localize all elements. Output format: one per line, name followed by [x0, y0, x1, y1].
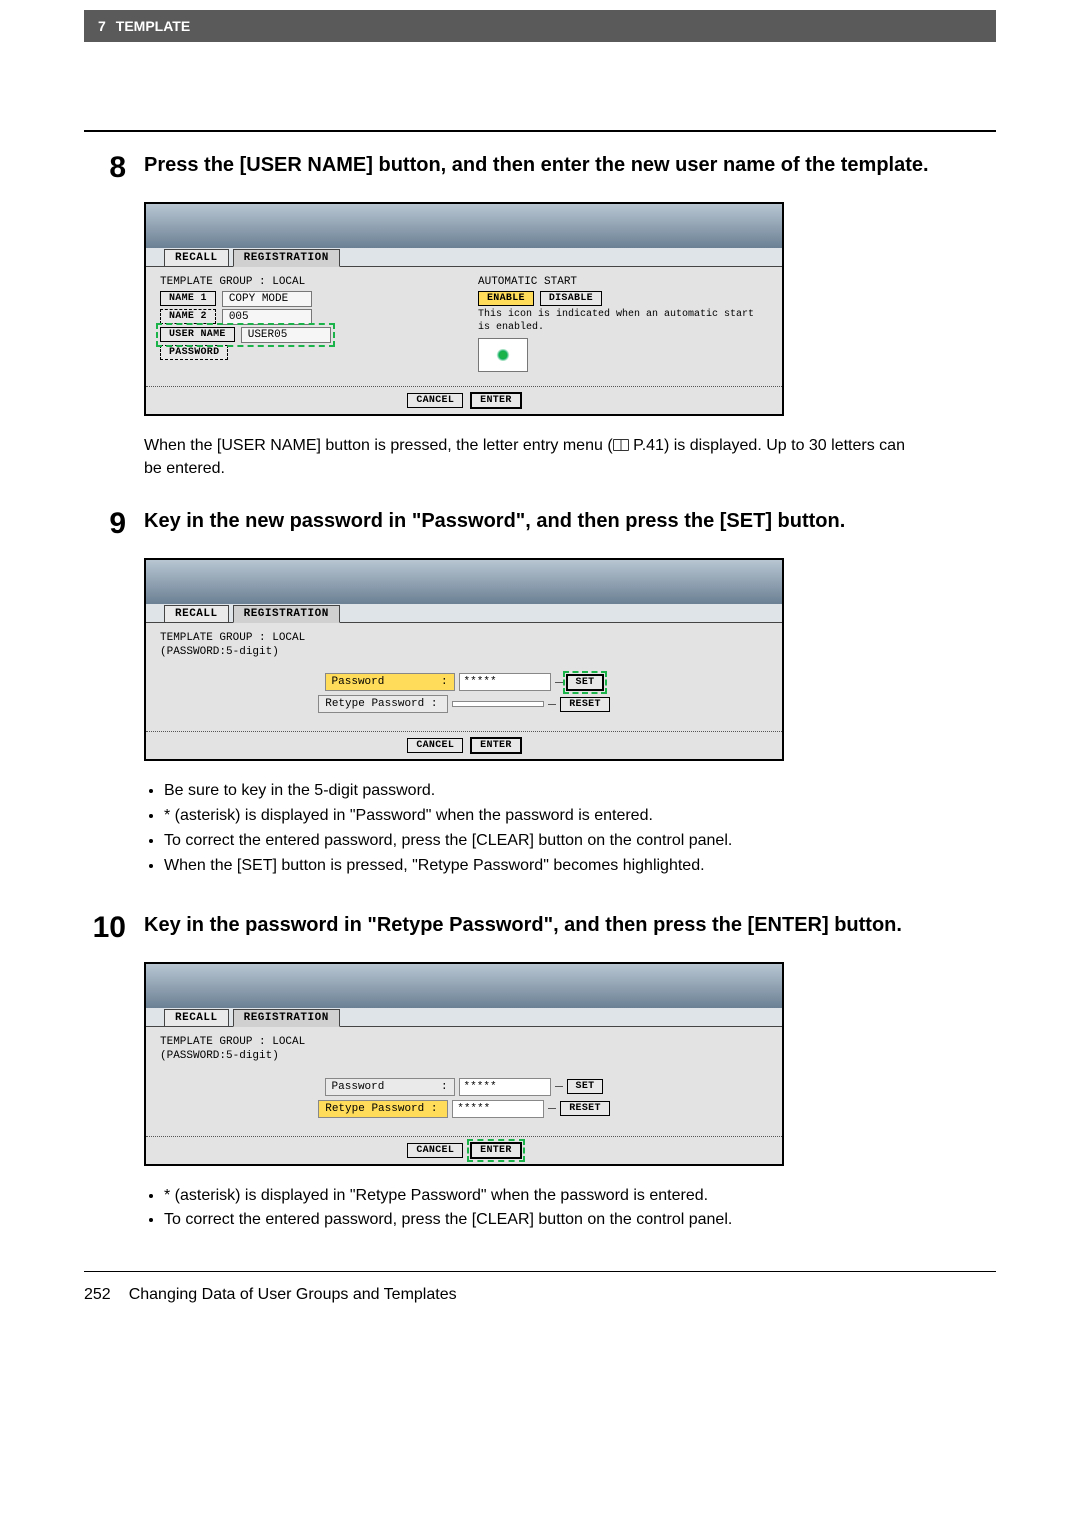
auto-start-icon-box — [478, 338, 528, 372]
step10-notes: * (asterisk) is displayed in "Retype Pas… — [84, 1184, 904, 1234]
step-10: 10 Key in the password in "Retype Passwo… — [84, 912, 996, 944]
password-input[interactable]: ***** — [459, 1078, 551, 1096]
password-label: Password : — [325, 1078, 455, 1096]
ss-right-col: AUTOMATIC START ENABLE DISABLE This icon… — [478, 275, 768, 372]
note: * (asterisk) is displayed in "Password" … — [164, 804, 904, 829]
screenshot-step10: RECALL REGISTRATION TEMPLATE GROUP : LOC… — [144, 962, 784, 1166]
name1-value: COPY MODE — [222, 291, 312, 307]
book-icon — [613, 439, 629, 451]
cancel-button[interactable]: CANCEL — [407, 393, 463, 408]
retype-password-label: Retype Password : — [318, 695, 448, 713]
template-group-line: TEMPLATE GROUP : LOCAL — [160, 1035, 768, 1049]
rule-bottom — [84, 1271, 996, 1272]
template-group-line: TEMPLATE GROUP : LOCAL — [160, 275, 450, 289]
step-8: 8 Press the [USER NAME] button, and then… — [84, 152, 996, 184]
cancel-button[interactable]: CANCEL — [407, 738, 463, 753]
note: When the [SET] button is pressed, "Retyp… — [164, 854, 904, 879]
password-button[interactable]: PASSWORD — [160, 345, 228, 360]
ss-footer: CANCEL ENTER — [146, 731, 782, 759]
tab-registration[interactable]: REGISTRATION — [233, 605, 340, 623]
ss-header — [146, 204, 782, 248]
step-number: 9 — [84, 508, 126, 540]
step9-notes: Be sure to key in the 5-digit password. … — [84, 779, 904, 878]
ss-tabs: RECALL REGISTRATION — [146, 604, 782, 622]
ss-tabs: RECALL REGISTRATION — [146, 248, 782, 266]
page-footer: 252 Changing Data of User Groups and Tem… — [84, 1286, 996, 1304]
ss-left-col: TEMPLATE GROUP : LOCAL NAME 1 COPY MODE … — [160, 275, 450, 372]
p8-before: When the [USER NAME] button is pressed, … — [144, 437, 613, 454]
ss-footer: CANCEL ENTER — [146, 1136, 782, 1164]
rule-top — [84, 130, 996, 132]
name2-value: 005 — [222, 309, 312, 325]
ss-tabs: RECALL REGISTRATION — [146, 1008, 782, 1026]
ss-body: TEMPLATE GROUP : LOCAL (PASSWORD:5-digit… — [146, 1026, 782, 1136]
chapter-number: 7 — [98, 18, 106, 34]
ss-body: TEMPLATE GROUP : LOCAL (PASSWORD:5-digit… — [146, 622, 782, 732]
password-input[interactable]: ***** — [459, 673, 551, 691]
retype-password-input[interactable]: ***** — [452, 1100, 544, 1118]
note: * (asterisk) is displayed in "Retype Pas… — [164, 1184, 904, 1209]
step-title: Press the [USER NAME] button, and then e… — [144, 152, 929, 184]
p8-ref: P.41 — [629, 437, 664, 454]
auto-start-icon — [496, 349, 510, 361]
enter-button[interactable]: ENTER — [471, 393, 521, 408]
tab-recall[interactable]: RECALL — [164, 605, 229, 623]
page-section-title: Changing Data of User Groups and Templat… — [129, 1286, 457, 1304]
step8-paragraph: When the [USER NAME] button is pressed, … — [144, 434, 924, 480]
enter-button[interactable]: ENTER — [471, 738, 521, 753]
auto-start-hint: This icon is indicated when an automatic… — [478, 308, 768, 334]
ss-body: TEMPLATE GROUP : LOCAL NAME 1 COPY MODE … — [146, 266, 782, 386]
note: To correct the entered password, press t… — [164, 829, 904, 854]
step-title: Key in the new password in "Password", a… — [144, 508, 845, 540]
chapter-header: 7 TEMPLATE — [84, 10, 996, 42]
password-label: Password : — [325, 673, 455, 691]
automatic-start-label: AUTOMATIC START — [478, 275, 768, 289]
ss-header — [146, 560, 782, 604]
ss-header — [146, 964, 782, 1008]
set-button[interactable]: SET — [567, 675, 604, 690]
ss-footer: CANCEL ENTER — [146, 386, 782, 414]
screenshot-step8: RECALL REGISTRATION TEMPLATE GROUP : LOC… — [144, 202, 784, 416]
note: Be sure to key in the 5-digit password. — [164, 779, 904, 804]
retype-password-input[interactable] — [452, 701, 544, 707]
tab-recall[interactable]: RECALL — [164, 1009, 229, 1027]
tab-registration[interactable]: REGISTRATION — [233, 249, 340, 267]
enter-button[interactable]: ENTER — [471, 1143, 521, 1158]
username-value: USER05 — [241, 327, 331, 343]
name2-button[interactable]: NAME 2 — [160, 309, 216, 324]
name1-button[interactable]: NAME 1 — [160, 291, 216, 306]
template-group-line: TEMPLATE GROUP : LOCAL — [160, 631, 768, 645]
step-number: 8 — [84, 152, 126, 184]
chapter-title: TEMPLATE — [116, 18, 190, 34]
disable-button[interactable]: DISABLE — [540, 291, 602, 306]
step-title: Key in the password in "Retype Password"… — [144, 912, 902, 944]
password-note: (PASSWORD:5-digit) — [160, 1049, 768, 1063]
username-button[interactable]: USER NAME — [160, 327, 235, 342]
tab-registration[interactable]: REGISTRATION — [233, 1009, 340, 1027]
reset-button[interactable]: RESET — [560, 1101, 610, 1116]
cancel-button[interactable]: CANCEL — [407, 1143, 463, 1158]
step-9: 9 Key in the new password in "Password",… — [84, 508, 996, 540]
set-button[interactable]: SET — [567, 1079, 604, 1094]
reset-button[interactable]: RESET — [560, 697, 610, 712]
page-number: 252 — [84, 1286, 111, 1304]
tab-recall[interactable]: RECALL — [164, 249, 229, 267]
screenshot-step9: RECALL REGISTRATION TEMPLATE GROUP : LOC… — [144, 558, 784, 762]
password-note: (PASSWORD:5-digit) — [160, 645, 768, 659]
note: To correct the entered password, press t… — [164, 1208, 904, 1233]
enable-button[interactable]: ENABLE — [478, 291, 534, 306]
step-number: 10 — [84, 912, 126, 944]
retype-password-label: Retype Password : — [318, 1100, 448, 1118]
